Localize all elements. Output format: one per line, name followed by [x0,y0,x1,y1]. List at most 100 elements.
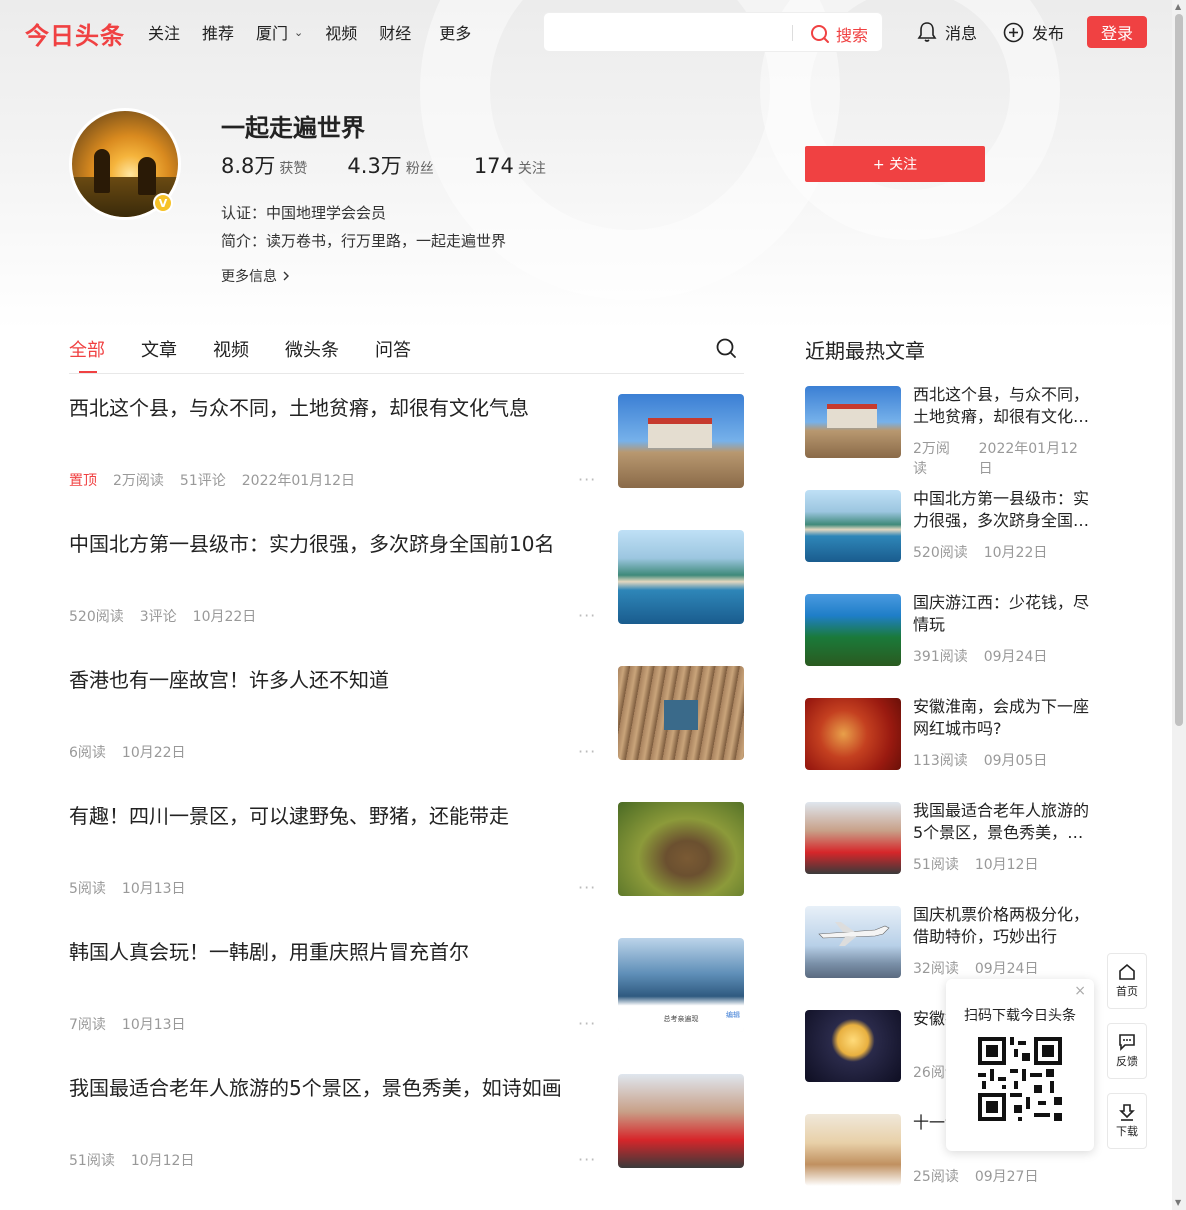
more-options-icon[interactable]: ··· [578,606,596,625]
search-divider [792,25,793,41]
sidebar-thumbnail[interactable] [805,802,901,874]
feed-thumbnail[interactable] [618,1074,744,1168]
stat-label: 获赞 [279,161,308,177]
tab-all[interactable]: 全部 [69,336,105,362]
tab-articles[interactable]: 文章 [141,336,177,362]
more-options-icon[interactable]: ··· [578,742,596,761]
sidebar-article-title[interactable]: 中国北方第一县级市：实力很强，多次跻身全国前10名 [913,488,1099,532]
feed-thumbnail[interactable] [618,394,744,488]
feed-item[interactable]: 有趣！四川一景区，可以逮野兔、野猪，还能带走 5阅读 10月13日 ··· [69,782,744,918]
feed-item[interactable]: 香港也有一座故宫！许多人还不知道 6阅读 10月22日 ··· [69,646,744,782]
tab-qa[interactable]: 问答 [375,336,411,362]
feed-item[interactable]: 韩国人真会玩！一韩剧，用重庆照片冒充首尔 7阅读 10月13日 ··· 总考亲遍… [69,918,744,1054]
sidebar-article[interactable]: 安徽淮南，会成为下一座网红城市吗? 113阅读 09月05日 [805,696,1105,772]
feed-comments[interactable]: 51评论 [180,470,226,490]
main-nav: 关注 推荐 厦门 ⌄ 视频 财经 更多 [148,20,493,44]
more-info-label: 更多信息 [221,269,277,285]
sidebar-thumbnail[interactable] [805,594,901,666]
sidebar-article-title[interactable]: 安徽淮南，会成为下一座网红城市吗? [913,696,1099,740]
messages-button[interactable]: 消息 [917,20,977,44]
nav-item-finance[interactable]: 财经 [379,20,411,44]
sidebar-article[interactable]: 中国北方第一县级市：实力很强，多次跻身全国前10名 520阅读 10月22日 [805,488,1105,564]
stat-value: 4.3万 [347,154,402,178]
sidebar-thumbnail[interactable] [805,906,901,978]
publish-button[interactable]: 发布 [1003,20,1064,44]
feed-title[interactable]: 香港也有一座故宫！许多人还不知道 [69,666,589,694]
feed-item[interactable]: 中国北方第一县级市：实力很强，多次跻身全国前10名 520阅读 3评论 10月2… [69,510,744,646]
float-home-button[interactable]: 首页 [1107,953,1147,1009]
sidebar-article[interactable]: 国庆游江西：少花钱，尽情玩 391阅读 09月24日 [805,592,1105,668]
feed-comments[interactable]: 3评论 [140,606,177,626]
sidebar-meta: 520阅读 10月22日 [913,542,1063,562]
search-input[interactable] [554,19,784,47]
sidebar-thumbnail[interactable] [805,698,901,770]
scroll-up-icon[interactable]: ▲ [1175,2,1181,11]
close-icon[interactable]: × [1074,983,1086,999]
stat-fans[interactable]: 4.3万 粉丝 [347,150,433,180]
feed-title[interactable]: 韩国人真会玩！一韩剧，用重庆照片冒充首尔 [69,938,589,966]
follow-button[interactable]: + 关注 [805,146,985,182]
sidebar-meta: 25阅读 09月27日 [913,1166,1054,1186]
tab-videos[interactable]: 视频 [213,336,249,362]
sidebar-article-title[interactable]: 国庆游江西：少花钱，尽情玩 [913,592,1099,636]
scroll-down-icon[interactable]: ▼ [1175,1198,1181,1207]
more-info-link[interactable]: 更多信息 [221,266,291,286]
tab-micro[interactable]: 微头条 [285,336,339,362]
more-options-icon[interactable]: ··· [578,1014,596,1033]
float-download-button[interactable]: 下载 [1107,1093,1147,1149]
avatar-figure [138,157,156,195]
sidebar-article[interactable]: 西北这个县，与众不同，土地贫瘠，却很有文化气息 2万阅读 2022年01月12日 [805,384,1105,477]
sidebar-article-title[interactable]: 我国最适合老年人旅游的5个景区，景色秀美，如诗如画 [913,800,1099,844]
feed-date: 10月13日 [121,1017,186,1033]
sidebar-article[interactable]: 国庆机票价格两极分化，借助特价，巧妙出行 32阅读 09月24日 [805,904,1105,980]
window-shape [664,700,698,730]
sidebar-date: 2022年01月12日 [978,441,1078,477]
site-logo[interactable]: 今日头条 [25,16,125,51]
nav-item-follow[interactable]: 关注 [148,20,180,44]
feed-title[interactable]: 我国最适合老年人旅游的5个景区，景色秀美，如诗如画 [69,1074,589,1102]
sidebar-title: 近期最热文章 [805,339,925,363]
feed-thumbnail[interactable] [618,802,744,896]
nav-item-more[interactable]: 更多 [439,20,471,44]
nav-label: 财经 [379,24,412,43]
feed-title[interactable]: 有趣！四川一景区，可以逮野兔、野猪，还能带走 [69,802,589,830]
tab-search-button[interactable] [715,337,737,363]
feed-thumbnail[interactable]: 总考亲遍现 编辑 [618,938,744,1032]
feed-reads: 51阅读 [69,1153,115,1169]
feed-meta: 7阅读 10月13日 [69,1014,202,1034]
nav-label: 关注 [148,24,181,43]
more-options-icon[interactable]: ··· [578,878,596,897]
sidebar-article-title[interactable]: 国庆机票价格两极分化，借助特价，巧妙出行 [913,904,1099,948]
sidebar-thumbnail[interactable] [805,386,901,458]
more-options-icon[interactable]: ··· [578,1150,596,1169]
nav-item-recommend[interactable]: 推荐 [202,20,234,44]
login-button[interactable]: 登录 [1087,16,1147,48]
search-box: 搜索 [543,12,883,52]
sidebar-meta: 51阅读 10月12日 [913,854,1054,874]
sidebar-thumbnail[interactable] [805,1010,901,1082]
scroll-thumb[interactable] [1175,14,1183,726]
feed-thumbnail[interactable] [618,530,744,624]
nav-item-city[interactable]: 厦门 ⌄ [256,20,303,44]
sidebar-thumbnail[interactable] [805,1114,901,1186]
sidebar-article-title[interactable]: 西北这个县，与众不同，土地贫瘠，却很有文化气息 [913,384,1099,428]
feed-item[interactable]: 西北这个县，与众不同，土地贫瘠，却很有文化气息 置顶 2万阅读 51评论 202… [69,374,744,510]
airplane-icon [818,922,890,946]
float-feedback-button[interactable]: 反馈 [1107,1023,1147,1079]
sidebar-article[interactable]: 我国最适合老年人旅游的5个景区，景色秀美，如诗如画 51阅读 10月12日 [805,800,1105,876]
content-tabs: 全部 文章 视频 微头条 问答 [69,336,744,374]
search-button[interactable]: 搜索 [810,22,868,46]
plus-circle-icon [1003,22,1024,42]
feed-title[interactable]: 中国北方第一县级市：实力很强，多次跻身全国前10名 [69,530,589,558]
feed-thumbnail[interactable] [618,666,744,760]
more-options-icon[interactable]: ··· [578,470,596,489]
stat-following[interactable]: 174 关注 [474,154,546,178]
sidebar-reads: 520阅读 [913,545,968,561]
sidebar-date: 09月24日 [974,961,1039,977]
nav-item-video[interactable]: 视频 [325,20,357,44]
feed-item[interactable]: 我国最适合老年人旅游的5个景区，景色秀美，如诗如画 51阅读 10月12日 ··… [69,1054,744,1190]
sidebar-thumbnail[interactable] [805,490,901,562]
feed-title[interactable]: 西北这个县，与众不同，土地贫瘠，却很有文化气息 [69,394,589,422]
page-scrollbar[interactable]: ▲ ▼ [1172,0,1186,1210]
feedback-icon [1119,1034,1135,1051]
